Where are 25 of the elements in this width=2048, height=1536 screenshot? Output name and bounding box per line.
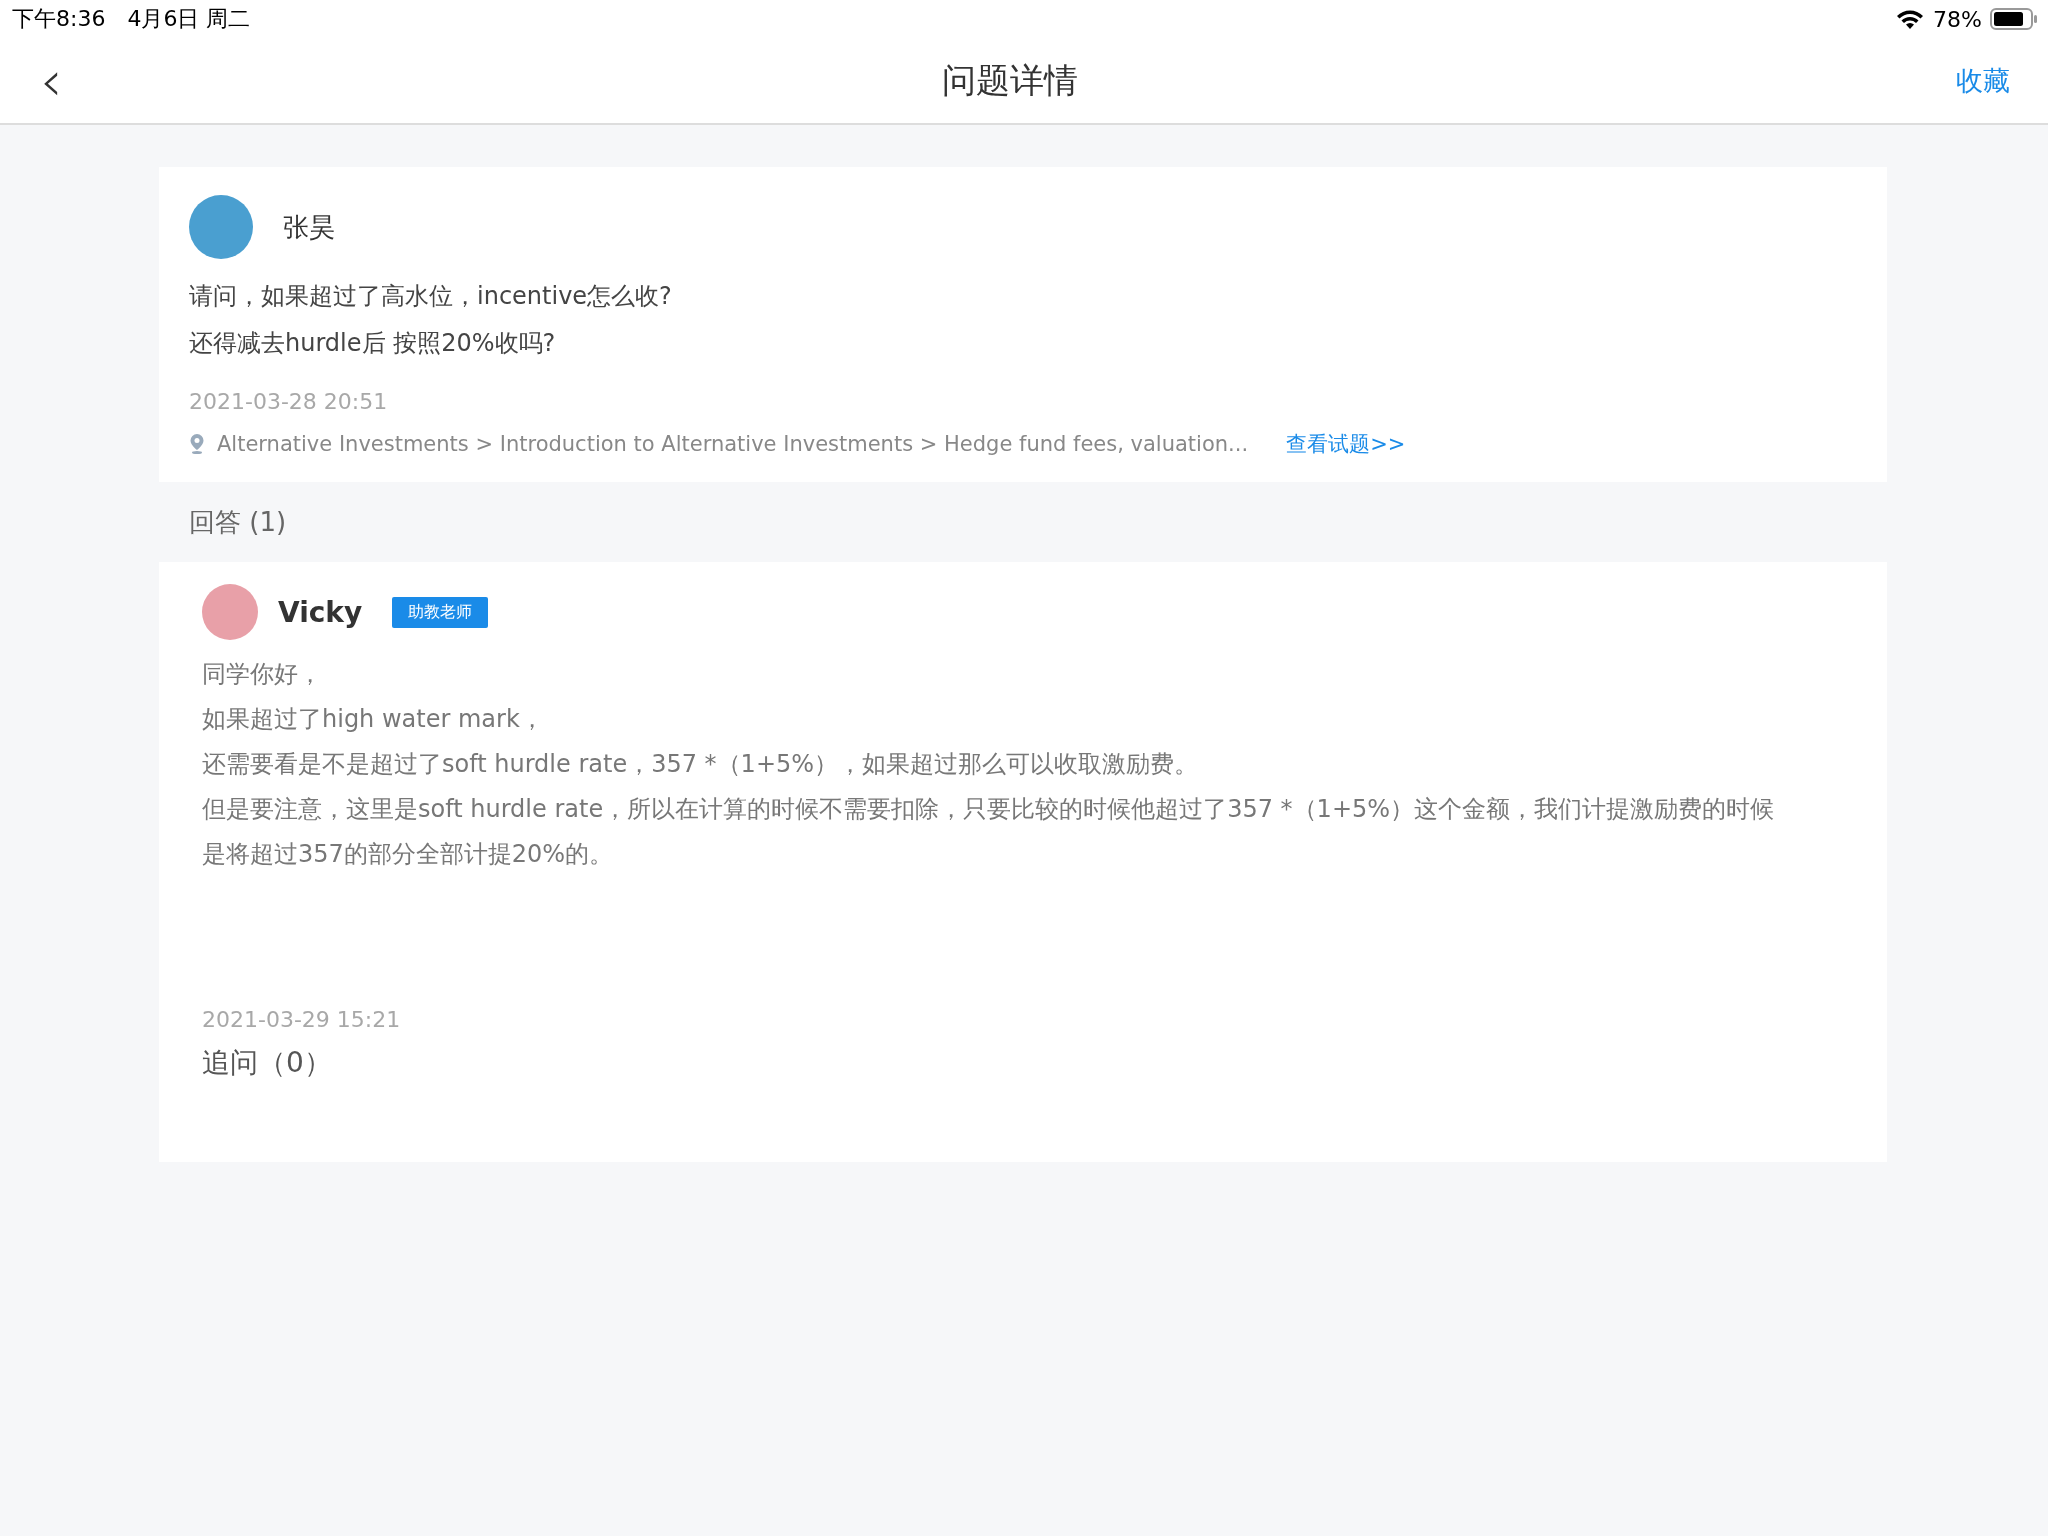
answers-header: 回答 (1) (189, 505, 287, 539)
page-title: 问题详情 (942, 58, 1079, 102)
role-badge: 助教老师 (392, 596, 489, 628)
follow-up-button[interactable]: 追问（0） (202, 1044, 332, 1082)
answer-text: 同学你好， (202, 659, 323, 690)
author-name: Vicky (278, 595, 363, 629)
author-name: 张昊 (283, 210, 335, 244)
battery-icon (1990, 8, 2038, 30)
question-text: 还得减去hurdle后 按照20%收吗? (189, 328, 557, 359)
topic-breadcrumb: Alternative Investments > Introduction to Alternative Investments > Hedge fund fees, valuation... (217, 432, 1249, 456)
wifi-icon (1895, 8, 1926, 30)
location-pin-icon (189, 433, 205, 455)
favorite-button[interactable]: 收藏 (1948, 62, 2018, 99)
answer-text: 但是要注意，这里是soft hurdle rate，所以在计算的时候不需要扣除，只要比较的时候他超过了357 *（1+5%）这个金额，我们计提激励费的时候是将超过357的部分全部计提20%的。 (202, 794, 1776, 870)
status-date: 4月6日 周二 (127, 5, 251, 33)
status-time: 下午8:36 (12, 5, 106, 33)
question-text: 请问，如果超过了高水位，incentive怎么收? (189, 281, 673, 312)
question-time: 2021-03-28 20:51 (189, 389, 389, 414)
view-question-link[interactable]: 查看试题>> (1286, 430, 1406, 458)
answer-text: 如果超过了high water mark， (202, 704, 545, 735)
battery-percent: 78% (1933, 6, 1982, 32)
answer-time: 2021-03-29 15:21 (202, 1007, 402, 1032)
avatar (202, 584, 258, 640)
answer-text: 还需要看是不是超过了soft hurdle rate，357 *（1+5%），如果超过那么可以收取激励费。 (202, 749, 1200, 780)
back-button[interactable]: ‹ (30, 52, 73, 109)
